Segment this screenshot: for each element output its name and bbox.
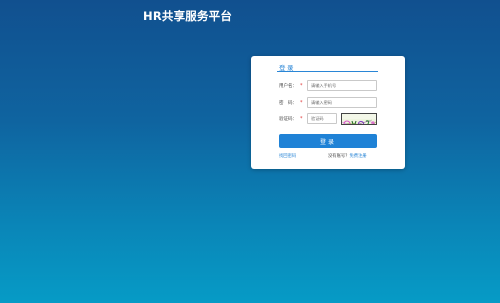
login-title-underline [277,71,378,72]
register-prompt: 没有账号？免费注册 [328,153,367,159]
captcha-required-mark: * [300,116,303,122]
password-required-mark: * [300,100,303,106]
captcha-graphic [342,119,376,124]
register-link[interactable]: 免费注册 [349,154,366,159]
username-row: 用户名： * [251,80,405,93]
site-title: HR共享服务平台 [143,9,233,23]
password-row: 密 码： * [251,97,405,110]
login-button[interactable]: 登录 [279,134,377,148]
forgot-password-link[interactable]: 找回密码 [279,153,296,159]
captcha-label: 验证码： [279,117,297,122]
username-input[interactable] [307,80,377,91]
login-card: 登录 用户名： * 密 码： * 验证码： * 登录 [251,56,405,169]
no-account-text: 没有账号？ [328,154,350,159]
captcha-input[interactable] [307,113,337,124]
password-label: 密 码： [279,101,297,106]
captcha-image[interactable] [341,113,377,125]
username-required-mark: * [300,83,303,89]
password-input[interactable] [307,97,377,108]
username-label: 用户名： [279,84,297,89]
captcha-row: 验证码： * [251,113,405,126]
